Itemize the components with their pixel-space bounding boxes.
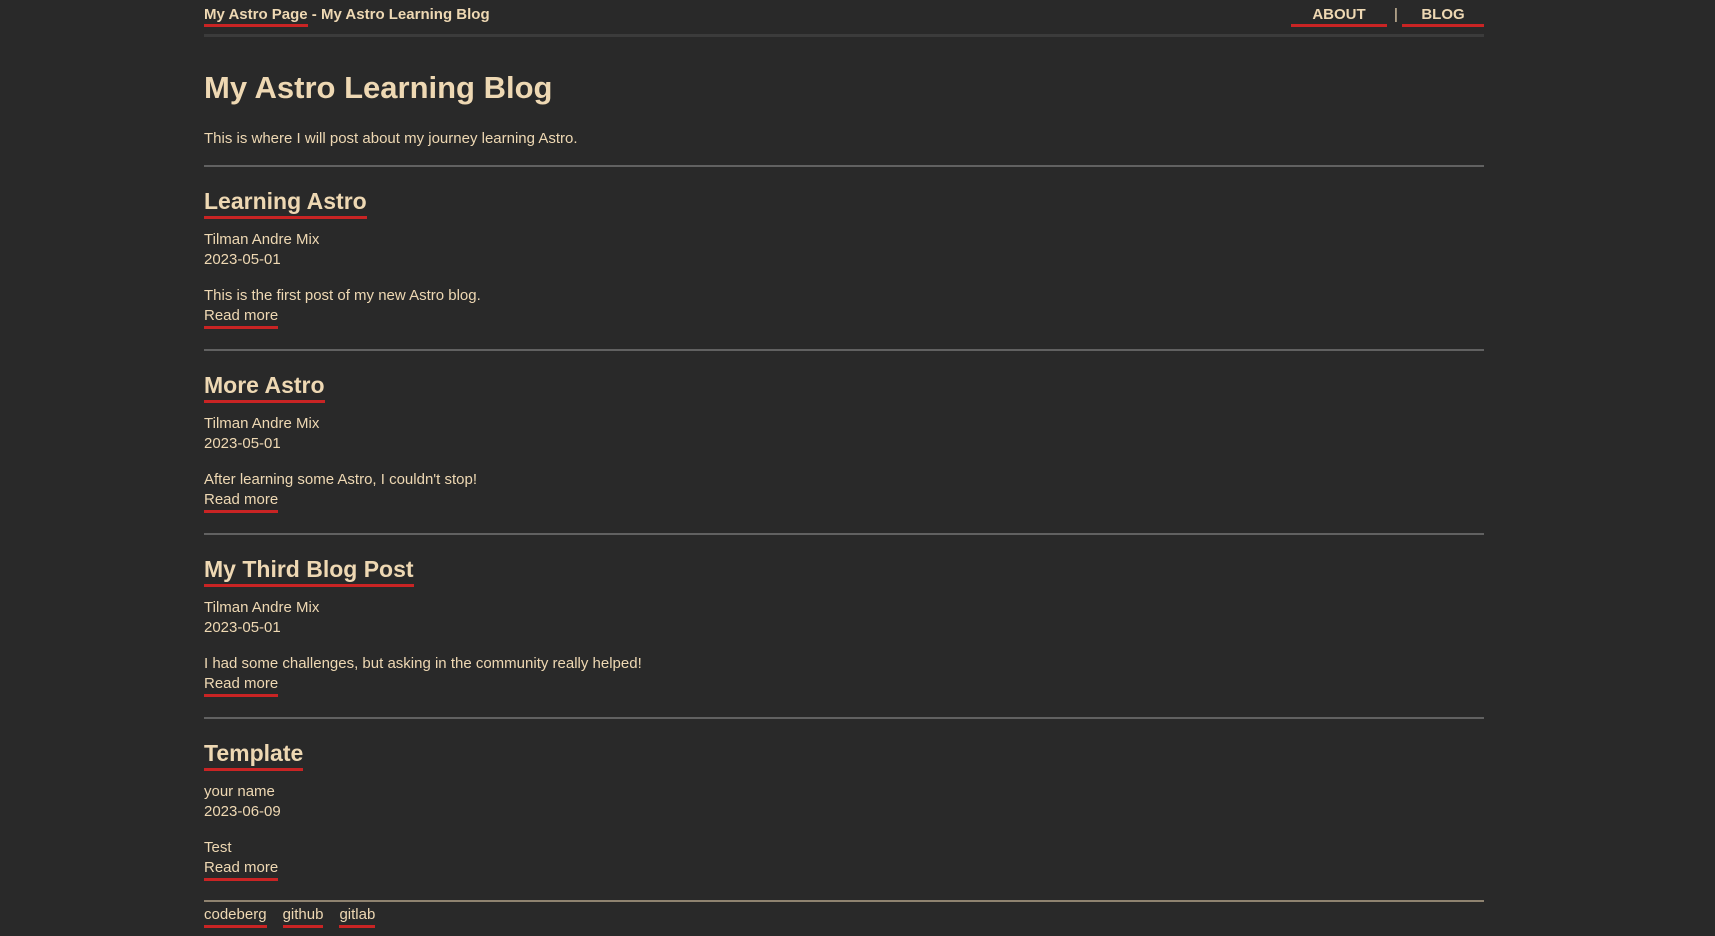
page-title: My Astro Learning Blog bbox=[204, 70, 553, 105]
page: My Astro Page - My Astro Learning Blog A… bbox=[0, 0, 1715, 936]
divider bbox=[204, 165, 1484, 167]
read-more-link[interactable]: Read more bbox=[204, 306, 279, 329]
nav-separator: | bbox=[1394, 6, 1398, 23]
post-title-link[interactable]: My Third Blog Post bbox=[204, 554, 414, 587]
read-more-link[interactable]: Read more bbox=[204, 490, 279, 513]
post-title-link[interactable]: Learning Astro bbox=[204, 186, 367, 219]
footer-divider bbox=[204, 900, 1484, 902]
post-author: your name bbox=[204, 783, 275, 800]
breadcrumb: My Astro Page - My Astro Learning Blog bbox=[204, 6, 490, 27]
home-link[interactable]: My Astro Page bbox=[204, 6, 308, 27]
read-more-link[interactable]: Read more bbox=[204, 674, 279, 697]
site-footer: codeberg github gitlab bbox=[204, 905, 376, 928]
post-author: Tilman Andre Mix bbox=[204, 599, 320, 616]
footer-link-gitlab[interactable]: gitlab bbox=[339, 905, 376, 928]
divider bbox=[204, 349, 1484, 351]
post-author: Tilman Andre Mix bbox=[204, 415, 320, 432]
main-nav: ABOUT | BLOG bbox=[1291, 6, 1484, 27]
nav-about-link[interactable]: ABOUT bbox=[1291, 6, 1387, 27]
post-description: I had some challenges, but asking in the… bbox=[204, 655, 642, 672]
site-header: My Astro Page - My Astro Learning Blog A… bbox=[204, 0, 1484, 37]
post-description: After learning some Astro, I couldn't st… bbox=[204, 471, 478, 488]
post-date: 2023-05-01 bbox=[204, 435, 281, 452]
post-description: This is the first post of my new Astro b… bbox=[204, 287, 481, 304]
divider bbox=[204, 717, 1484, 719]
read-more-link[interactable]: Read more bbox=[204, 858, 279, 881]
footer-link-codeberg[interactable]: codeberg bbox=[204, 905, 267, 928]
post-title-link[interactable]: More Astro bbox=[204, 370, 325, 403]
divider bbox=[204, 533, 1484, 535]
post-author: Tilman Andre Mix bbox=[204, 231, 320, 248]
footer-link-github[interactable]: github bbox=[282, 905, 324, 928]
post-description: Test bbox=[204, 839, 232, 856]
post-title-link[interactable]: Template bbox=[204, 738, 304, 771]
breadcrumb-separator: - bbox=[307, 6, 321, 23]
post-date: 2023-06-09 bbox=[204, 803, 281, 820]
post-date: 2023-05-01 bbox=[204, 619, 281, 636]
nav-blog-link[interactable]: BLOG bbox=[1402, 6, 1484, 27]
post-date: 2023-05-01 bbox=[204, 251, 281, 268]
breadcrumb-current-page: My Astro Learning Blog bbox=[320, 6, 490, 23]
page-description: This is where I will post about my journ… bbox=[204, 130, 578, 147]
